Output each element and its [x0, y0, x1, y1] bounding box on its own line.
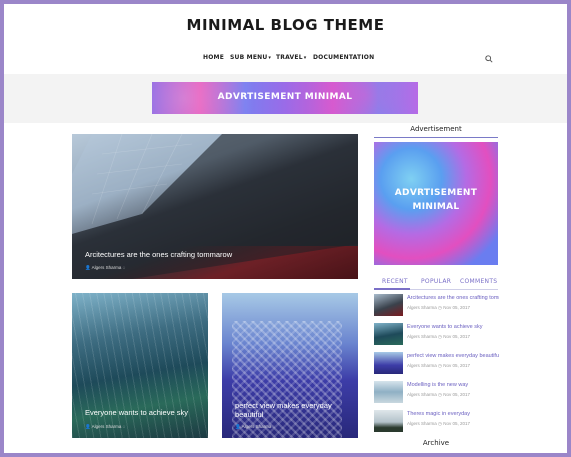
post-title[interactable]: Modelling is the new way: [407, 382, 499, 389]
nav-documentation[interactable]: DOCUMENTATION: [313, 54, 374, 61]
sidebar-ad-banner[interactable]: ADVRTISEMENT MINIMAL: [374, 142, 498, 265]
search-icon[interactable]: [485, 55, 493, 63]
featured-post-meta: 👤 Algers Sharma ◌: [85, 265, 125, 271]
user-icon: 👤: [235, 424, 242, 429]
nav-travel-label: TRAVEL: [276, 54, 303, 61]
post-meta: Algers Sharma ◷ Nov 05, 2017: [407, 334, 470, 339]
active-tab-indicator: [374, 288, 410, 290]
post-thumbnail[interactable]: [374, 323, 403, 345]
featured-post-title[interactable]: Arcitectures are the ones crafting tomma…: [85, 250, 345, 259]
archive-heading: Archive: [422, 439, 450, 447]
sidebar-ad-line2: MINIMAL: [412, 202, 460, 212]
page-frame: MINIMAL BLOG THEME HOME SUB MENU▾ TRAVEL…: [4, 4, 567, 453]
tab-recent[interactable]: RECENT: [382, 278, 408, 285]
sidebar-ad-text: ADVRTISEMENT MINIMAL: [374, 186, 498, 214]
chevron-down-icon: ▾: [268, 55, 272, 61]
nav-sub-menu[interactable]: SUB MENU▾: [230, 54, 271, 61]
sidebar-ad-line1: ADVRTISEMENT: [394, 188, 478, 198]
post-card[interactable]: perfect view makes everyday beautiful 👤 …: [222, 293, 358, 438]
featured-post-card[interactable]: Arcitectures are the ones crafting tomma…: [72, 134, 358, 279]
post-card-meta: 👤 Algers Sharma ◌: [85, 424, 125, 430]
list-item[interactable]: perfect view makes everyday beautiful Al…: [374, 352, 499, 374]
post-meta: Algers Sharma ◷ Nov 05, 2017: [407, 421, 470, 426]
list-item[interactable]: Arcitectures are the ones crafting tomma…: [374, 294, 499, 316]
post-author: Algers Sharma: [91, 424, 122, 429]
post-card-meta: 👤 Algers Sharma ◌: [235, 424, 275, 430]
sidebar-ad-heading: Advertisement: [410, 125, 462, 133]
tab-popular[interactable]: POPULAR: [421, 278, 451, 285]
user-icon: 👤: [85, 424, 92, 429]
post-card-title[interactable]: perfect view makes everyday beautiful: [235, 401, 353, 419]
post-thumbnail[interactable]: [374, 294, 403, 316]
list-item[interactable]: Theres magic in everyday Algers Sharma ◷…: [374, 410, 498, 432]
site-title[interactable]: MINIMAL BLOG THEME: [4, 16, 567, 34]
top-ad-text: ADVRTISEMENT MINIMAL: [217, 92, 353, 102]
post-title[interactable]: perfect view makes everyday beautiful: [407, 353, 499, 360]
user-icon: 👤: [85, 265, 92, 270]
nav-travel[interactable]: TRAVEL▾: [276, 54, 306, 61]
comment-icon: ◌: [121, 265, 126, 270]
post-author: Algers Sharma: [91, 265, 122, 270]
post-meta: Algers Sharma ◷ Nov 05, 2017: [407, 363, 470, 368]
nav-sub-menu-label: SUB MENU: [230, 54, 268, 61]
post-thumbnail[interactable]: [374, 352, 403, 374]
post-meta: Algers Sharma ◷ Nov 05, 2017: [407, 305, 470, 310]
post-title[interactable]: Arcitectures are the ones crafting tomma…: [407, 295, 499, 302]
post-thumbnail[interactable]: [374, 381, 403, 403]
post-meta: Algers Sharma ◷ Nov 05, 2017: [407, 392, 470, 397]
list-item[interactable]: Everyone wants to achieve sky Algers Sha…: [374, 323, 498, 345]
post-card-title[interactable]: Everyone wants to achieve sky: [85, 408, 200, 417]
post-card[interactable]: Everyone wants to achieve sky 👤 Algers S…: [72, 293, 208, 438]
list-item[interactable]: Modelling is the new way Algers Sharma ◷…: [374, 381, 498, 403]
post-author: Algers Sharma: [241, 424, 272, 429]
main-nav: HOME SUB MENU▾ TRAVEL▾ DOCUMENTATION: [4, 54, 567, 68]
tab-comments[interactable]: COMMENTS: [460, 278, 497, 285]
divider: [374, 137, 498, 138]
nav-home[interactable]: HOME: [203, 54, 224, 61]
chevron-down-icon: ▾: [303, 55, 307, 61]
post-title[interactable]: Theres magic in everyday: [407, 411, 499, 418]
top-ad-banner[interactable]: ADVRTISEMENT MINIMAL: [152, 82, 418, 114]
comment-icon: ◌: [271, 424, 276, 429]
comment-icon: ◌: [121, 424, 126, 429]
post-title[interactable]: Everyone wants to achieve sky: [407, 324, 499, 331]
post-thumbnail[interactable]: [374, 410, 403, 432]
